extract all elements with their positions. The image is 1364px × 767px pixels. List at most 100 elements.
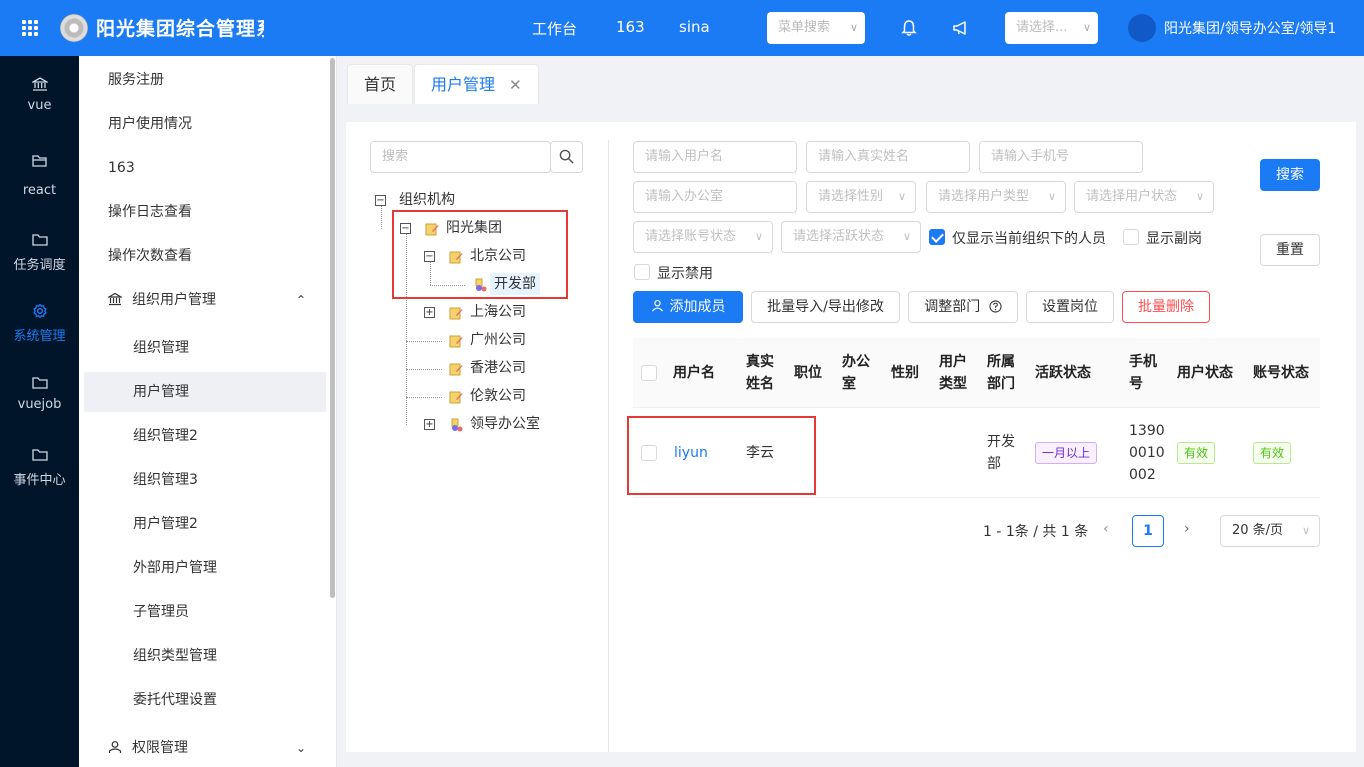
office-input[interactable]: 请输入办公室	[633, 181, 797, 213]
set-post-button[interactable]: 设置岗位	[1026, 291, 1114, 323]
gender-select[interactable]: 请选择性别 ∨	[806, 181, 916, 213]
menu-item-service-register[interactable]: 服务注册	[79, 60, 326, 100]
menu-group-permission[interactable]: 权限管理 ⌄	[79, 728, 326, 767]
realname-placeholder: 请输入真实姓名	[818, 149, 910, 164]
topnav-link-workbench[interactable]: 工作台	[532, 18, 577, 39]
col-dept[interactable]: 所属部门	[987, 351, 1017, 395]
tab-home[interactable]: 首页	[347, 64, 414, 104]
tree-node-shanghai[interactable]: 上海公司	[470, 301, 526, 323]
user-icon	[651, 299, 663, 312]
menu-group-label: 权限管理	[132, 740, 188, 756]
menu-group-org-user[interactable]: 组织用户管理 ⌃	[79, 280, 326, 320]
menu-item-org-type[interactable]: 组织类型管理	[79, 636, 326, 676]
menu-item-sub-admin[interactable]: 子管理员	[79, 592, 326, 632]
col-user-status[interactable]: 用户状态	[1177, 362, 1233, 384]
tree-node-hongkong[interactable]: 香港公司	[470, 357, 526, 379]
menu-item-op-count[interactable]: 操作次数查看	[79, 236, 326, 276]
user-type-select[interactable]: 请选择用户类型 ∨	[926, 181, 1066, 213]
menu-item-op-log[interactable]: 操作日志查看	[79, 192, 326, 232]
tree-node-london[interactable]: 伦敦公司	[470, 385, 526, 407]
tree-node-root[interactable]: 组织机构	[399, 189, 455, 211]
phone-input[interactable]: 请输入手机号	[979, 141, 1143, 173]
tree-search-input[interactable]: 搜索	[370, 141, 551, 173]
page-number[interactable]: 1	[1132, 515, 1164, 547]
username-placeholder: 请输入用户名	[645, 149, 724, 164]
realname-input[interactable]: 请输入真实姓名	[806, 141, 970, 173]
only-current-org-checkbox[interactable]	[929, 229, 945, 245]
only-current-org-label: 仅显示当前组织下的人员	[952, 231, 1106, 247]
adjust-dept-button[interactable]: 调整部门	[908, 291, 1018, 323]
menu-scrollbar[interactable]	[330, 58, 335, 598]
primary-nav: vue react 任务调度 系统管理 vuejob 事件中心	[0, 56, 79, 767]
nav-item-vue[interactable]: vue	[0, 76, 79, 113]
topnav-link-sina[interactable]: sina	[679, 18, 710, 36]
bank-icon	[31, 77, 48, 91]
tree-node-guangzhou[interactable]: 广州公司	[470, 329, 526, 351]
app-grid-icon[interactable]	[22, 20, 38, 36]
avatar[interactable]	[1128, 14, 1156, 42]
nav-item-vuejob[interactable]: vuejob	[0, 375, 79, 412]
nav-item-event-center[interactable]: 事件中心	[0, 447, 79, 488]
folder-icon	[31, 234, 48, 246]
tree-expand-icon[interactable]: +	[424, 307, 435, 318]
tree-expand-icon[interactable]: +	[424, 419, 435, 430]
menu-search-select[interactable]: 菜单搜索 ∨	[767, 12, 865, 44]
username-input[interactable]: 请输入用户名	[633, 141, 797, 173]
user-status-select[interactable]: 请选择用户状态 ∨	[1074, 181, 1214, 213]
tree-line	[381, 206, 382, 229]
col-office[interactable]: 办公室	[842, 351, 872, 395]
search-button[interactable]: 搜索	[1260, 159, 1320, 191]
reset-button[interactable]: 重置	[1260, 234, 1320, 266]
add-member-label: 添加成员	[669, 299, 726, 315]
tab-user-management[interactable]: 用户管理 ✕	[414, 64, 539, 104]
next-page-icon[interactable]: ›	[1184, 521, 1190, 537]
select-all-checkbox[interactable]	[641, 365, 657, 381]
bell-icon[interactable]	[900, 19, 918, 37]
close-icon[interactable]: ✕	[509, 76, 522, 94]
chevron-down-icon: ∨	[1047, 190, 1056, 203]
nav-item-system-management[interactable]: 系统管理	[0, 303, 79, 344]
menu-item-user-manage[interactable]: 用户管理	[84, 372, 326, 412]
highlight-box-tree	[392, 210, 568, 299]
user-type-placeholder: 请选择用户类型	[938, 189, 1030, 204]
notification-icon[interactable]	[952, 19, 970, 37]
cell-dept: 开发部	[987, 434, 1015, 472]
show-deputy-checkbox[interactable]	[1123, 229, 1139, 245]
nav-item-task-schedule[interactable]: 任务调度	[0, 232, 79, 273]
tab-bar: 首页 用户管理 ✕	[337, 56, 1364, 104]
col-account-status[interactable]: 账号状态	[1253, 362, 1309, 384]
col-active-status[interactable]: 活跃状态	[1035, 362, 1091, 384]
batch-import-button[interactable]: 批量导入/导出修改	[751, 291, 900, 323]
menu-item-user-manage-2[interactable]: 用户管理2	[79, 504, 326, 544]
menu-item-163[interactable]: 163	[79, 148, 326, 188]
col-username[interactable]: 用户名	[673, 362, 715, 384]
col-user-type[interactable]: 用户类型	[939, 351, 969, 395]
menu-item-org-manage-3[interactable]: 组织管理3	[79, 460, 326, 500]
page-size-value: 20 条/页	[1232, 523, 1284, 538]
menu-item-delegate[interactable]: 委托代理设置	[79, 680, 326, 720]
col-phone[interactable]: 手机号	[1129, 351, 1159, 395]
org-select[interactable]: 请选择... ∨	[1005, 12, 1098, 44]
chevron-down-icon: ∨	[902, 230, 911, 243]
nav-item-react[interactable]: react	[0, 153, 79, 198]
nav-item-label: 任务调度	[13, 258, 66, 273]
menu-item-user-usage[interactable]: 用户使用情况	[79, 104, 326, 144]
tree-search-button[interactable]	[550, 141, 583, 173]
show-disabled-checkbox[interactable]	[634, 264, 650, 280]
col-position[interactable]: 职位	[794, 362, 822, 384]
user-path[interactable]: 阳光集团/领导办公室/领导1	[1164, 18, 1336, 38]
batch-delete-button[interactable]: 批量删除	[1122, 291, 1210, 323]
prev-page-icon[interactable]: ‹	[1103, 521, 1109, 537]
page-size-select[interactable]: 20 条/页 ∨	[1220, 515, 1320, 547]
menu-item-org-manage[interactable]: 组织管理	[79, 328, 326, 368]
menu-item-external-user[interactable]: 外部用户管理	[79, 548, 326, 588]
col-gender[interactable]: 性别	[891, 362, 919, 384]
menu-item-org-manage-2[interactable]: 组织管理2	[79, 416, 326, 456]
tree-node-leader-office[interactable]: 领导办公室	[470, 413, 540, 435]
tree-collapse-icon[interactable]: −	[375, 195, 386, 206]
col-realname[interactable]: 真实姓名	[746, 351, 776, 395]
topnav-link-163[interactable]: 163	[616, 18, 645, 36]
add-member-button[interactable]: 添加成员	[633, 291, 743, 323]
active-status-select[interactable]: 请选择活跃状态 ∨	[781, 221, 921, 253]
account-status-select[interactable]: 请选择账号状态 ∨	[633, 221, 773, 253]
